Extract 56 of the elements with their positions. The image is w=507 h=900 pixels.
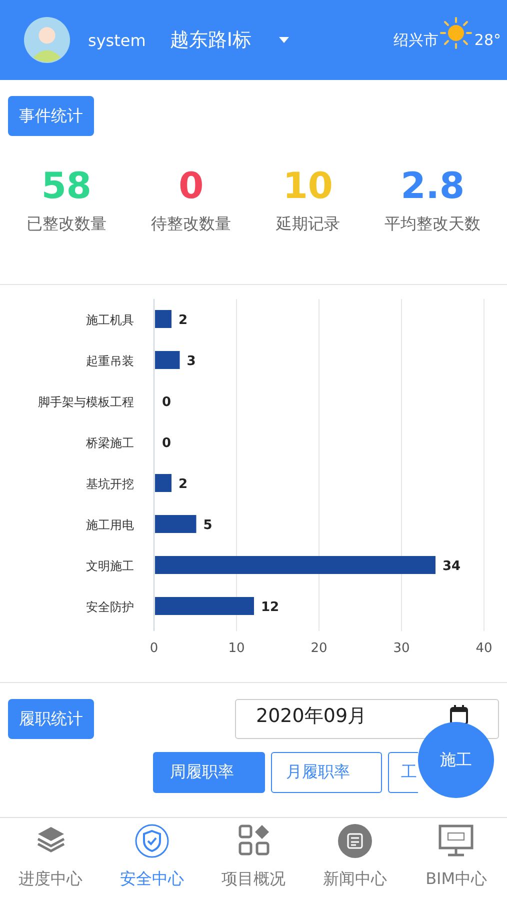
bar: [155, 310, 172, 328]
stat-value: 10: [282, 166, 333, 208]
stat-value: 0: [178, 166, 204, 208]
tick-label: 20: [310, 641, 328, 656]
tick-label: 10: [228, 641, 245, 656]
tick-label: 0: [150, 641, 158, 656]
bar: [155, 351, 180, 369]
value-label: 2: [178, 477, 188, 492]
category-label: 脚手架与模板工程: [38, 395, 134, 409]
caret-icon[interactable]: [279, 37, 290, 43]
layers-icon: [36, 824, 66, 854]
nav-item[interactable]: 项目概况: [202, 818, 304, 900]
stat-label: 待整改数量: [151, 214, 232, 235]
stat-label: 平均整改天数: [384, 214, 481, 235]
rate-tab[interactable]: 工: [388, 752, 418, 793]
value-label: 0: [162, 395, 172, 410]
temperature: 28°: [474, 31, 501, 49]
event-stats-button[interactable]: 事件统计: [8, 96, 94, 136]
city-name: 绍兴市: [393, 30, 438, 50]
project-selector[interactable]: 越东路Ⅰ标: [170, 27, 252, 53]
category-label: 施工机具: [86, 313, 134, 327]
value-label: 2: [178, 313, 188, 328]
rate-tab[interactable]: 月履职率: [271, 752, 382, 793]
stat-value: 58: [41, 166, 92, 208]
monitor-icon: [438, 824, 474, 858]
category-label: 施工用电: [86, 518, 134, 532]
value-label: 3: [186, 354, 196, 369]
username: system: [88, 30, 146, 50]
stat-label: 延期记录: [276, 214, 340, 235]
category-label: 基坑开挖: [86, 477, 134, 491]
stat-label: 已整改数量: [26, 214, 106, 235]
nav-item[interactable]: BIM中心: [406, 818, 507, 900]
tick-label: 40: [476, 641, 492, 656]
sun-icon: [440, 17, 472, 49]
grid-icon: [238, 824, 270, 856]
tick-label: 30: [393, 641, 410, 656]
nav-item[interactable]: 安全中心: [101, 818, 203, 900]
category-label: 桥梁施工: [86, 436, 134, 450]
shield-icon: [135, 824, 170, 858]
stat-value: 2.8: [400, 166, 465, 208]
bar: [155, 515, 196, 533]
value-label: 12: [261, 600, 280, 615]
news-icon: [338, 824, 372, 858]
category-label: 起重吊装: [86, 354, 134, 368]
floating-button[interactable]: 施工: [418, 722, 494, 798]
value-label: 0: [162, 436, 172, 451]
value-label: 34: [442, 559, 461, 574]
rate-tab[interactable]: 周履职率: [153, 752, 265, 793]
category-label: 文明施工: [86, 559, 134, 573]
value-label: 5: [203, 518, 212, 533]
avatar-icon[interactable]: [24, 17, 70, 63]
category-label: 安全防护: [86, 600, 134, 614]
nav-item[interactable]: 新闻中心: [304, 818, 406, 900]
duty-stats-button[interactable]: 履职统计: [8, 699, 94, 739]
bar: [155, 474, 172, 492]
nav-item[interactable]: 进度中心: [0, 818, 102, 900]
